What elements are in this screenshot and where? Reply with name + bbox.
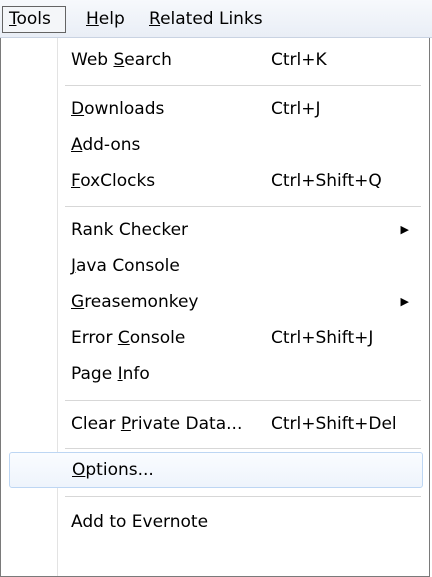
- menu-item-label: Options...: [72, 460, 154, 480]
- menu-label: elp: [98, 9, 125, 29]
- menu-item-label: Rank Checker: [71, 220, 189, 240]
- menu-label: elated Links: [160, 9, 263, 29]
- accel-key: T: [9, 9, 17, 29]
- menubar: Tools Help Related Links: [0, 0, 432, 38]
- menu-item-label: Add to Evernote: [71, 512, 209, 532]
- menu-separator: [65, 85, 421, 86]
- menu-help[interactable]: Help: [80, 6, 131, 33]
- menu-item-java-console[interactable]: Java Console: [9, 248, 423, 284]
- shortcut-text: Ctrl+K: [271, 50, 327, 70]
- menu-separator: [65, 448, 421, 449]
- shortcut-text: Ctrl+Shift+Q: [271, 171, 382, 191]
- tools-dropdown-menu: Web Search Ctrl+K Downloads Ctrl+J Add-o…: [0, 38, 430, 577]
- menu-related-links[interactable]: Related Links: [143, 6, 269, 33]
- menu-item-label: Add-ons: [71, 135, 141, 155]
- menu-item-clear-private-data[interactable]: Clear Private Data... Ctrl+Shift+Del: [9, 406, 423, 442]
- submenu-arrow-icon: ▶: [400, 295, 409, 308]
- menu-item-label: Downloads: [71, 99, 165, 119]
- accel-key: R: [149, 9, 161, 29]
- menu-item-options[interactable]: Options...: [9, 452, 423, 488]
- menu-separator: [65, 496, 421, 497]
- menu-item-rank-checker[interactable]: Rank Checker ▶: [9, 212, 423, 248]
- shortcut-text: Ctrl+Shift+Del: [271, 414, 397, 434]
- menu-label: ools: [16, 9, 51, 29]
- shortcut-text: Ctrl+J: [271, 99, 321, 119]
- menu-item-greasemonkey[interactable]: Greasemonkey ▶: [9, 284, 423, 320]
- menu-item-label: Page Info: [71, 364, 150, 384]
- menu-item-page-info[interactable]: Page Info: [9, 356, 423, 392]
- menu-item-label: Web Search: [71, 50, 172, 70]
- submenu-arrow-icon: ▶: [400, 223, 409, 236]
- menu-item-label: Clear Private Data...: [71, 414, 243, 434]
- menu-separator: [65, 206, 421, 207]
- menu-item-downloads[interactable]: Downloads Ctrl+J: [9, 91, 423, 127]
- accel-key: H: [86, 9, 99, 29]
- menu-separator: [65, 400, 421, 401]
- menu-item-label: Error Console: [71, 328, 186, 348]
- shortcut-text: Ctrl+Shift+J: [271, 328, 374, 348]
- menu-item-addons[interactable]: Add-ons: [9, 127, 423, 163]
- menu-item-label: Java Console: [71, 256, 180, 276]
- menu-item-web-search[interactable]: Web Search Ctrl+K: [9, 42, 423, 78]
- menu-item-add-to-evernote[interactable]: Add to Evernote: [9, 504, 423, 540]
- menu-item-error-console[interactable]: Error Console Ctrl+Shift+J: [9, 320, 423, 356]
- menu-item-foxclocks[interactable]: FoxClocks Ctrl+Shift+Q: [9, 163, 423, 199]
- menu-item-label: FoxClocks: [71, 171, 156, 191]
- menu-tools[interactable]: Tools: [2, 6, 66, 33]
- menu-item-label: Greasemonkey: [71, 292, 199, 312]
